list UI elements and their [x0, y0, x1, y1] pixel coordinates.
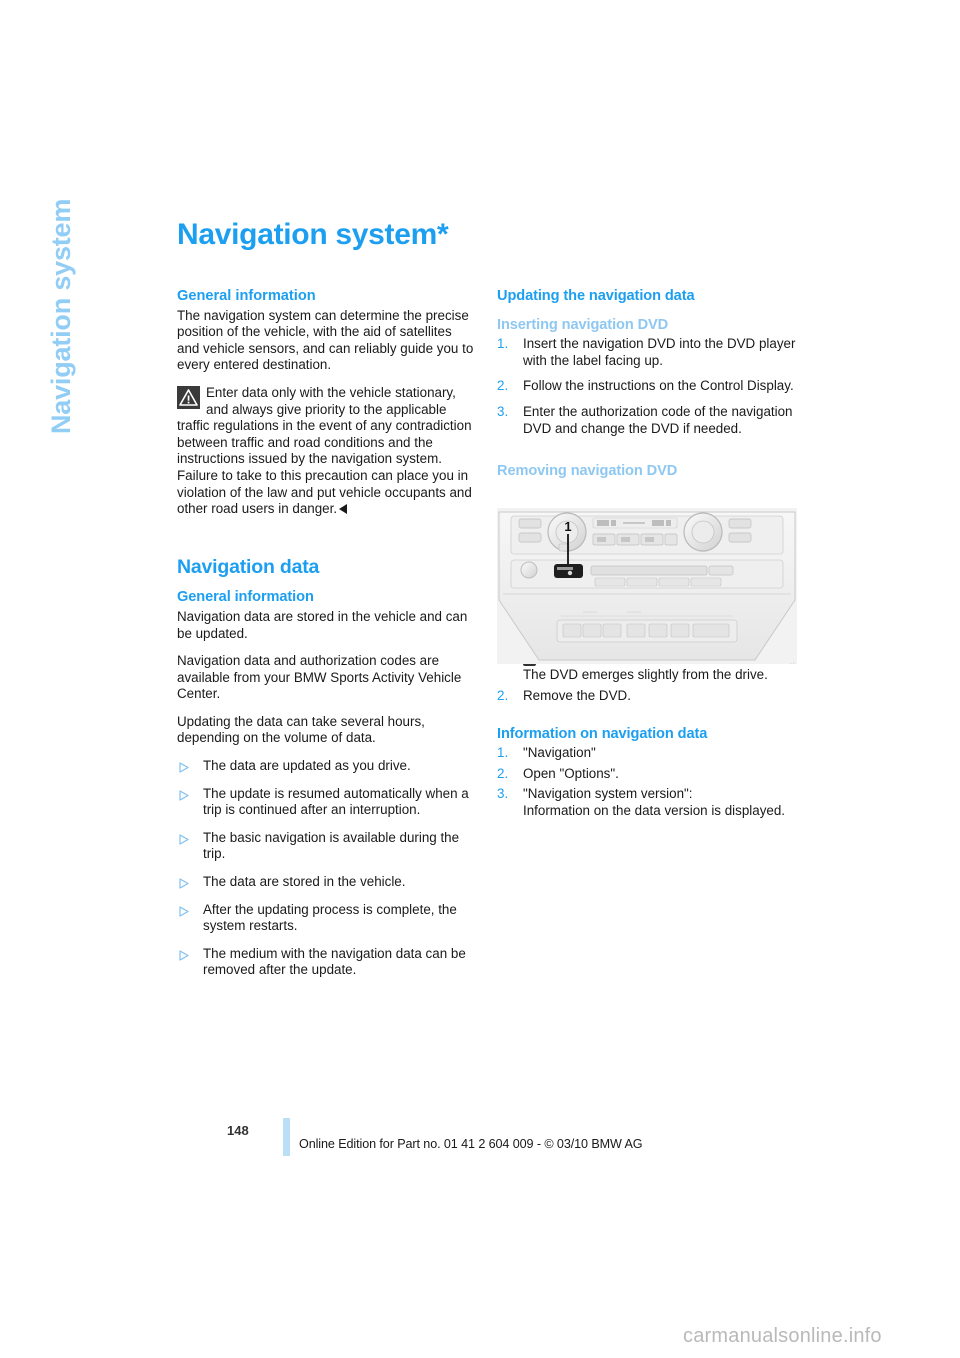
step-number: 1. — [497, 336, 509, 352]
list-item-text: The update is resumed automatically when… — [203, 785, 469, 818]
step-number: 3. — [497, 403, 509, 419]
list-item-text: The data are stored in the vehicle. — [203, 874, 406, 890]
list-item: 3. "Navigation system version": Informat… — [497, 786, 797, 819]
site-watermark: carmanualsonline.info — [683, 1325, 882, 1347]
list-item: 3. Enter the authorization code of the n… — [497, 404, 797, 437]
list-item: The medium with the navigation data can … — [177, 946, 474, 979]
step-number: 3. — [497, 786, 509, 802]
step-number: 1. — [497, 745, 509, 761]
step-text: Follow the instructions on the Control D… — [523, 378, 794, 394]
list-item: The basic navigation is available during… — [177, 830, 474, 863]
heading-information-on-navigation-data: Information on navigation data — [497, 725, 708, 742]
step-number: 2. — [497, 765, 509, 781]
warning-end-marker — [339, 504, 348, 515]
heading-updating-navigation-data: Updating the navigation data — [497, 288, 695, 304]
list-item: 2. Remove the DVD. — [497, 688, 797, 705]
step-text: Insert the navigation DVD into the DVD p… — [523, 336, 796, 368]
page-number: 148 — [227, 1123, 249, 1138]
page-title: Navigation system* — [177, 218, 449, 251]
heading-inserting-navigation-dvd: Inserting navigation DVD — [497, 316, 669, 333]
inserting-dvd-steps: 1. Insert the navigation DVD into the DV… — [497, 336, 797, 437]
paragraph-nav-system-intro: The navigation system can determine the … — [177, 307, 474, 373]
list-item: 2. Follow the instructions on the Contro… — [497, 378, 797, 395]
nav-data-bullet-list: The data are updated as you drive. The u… — [177, 758, 474, 979]
list-item: The update is resumed automatically when… — [177, 786, 474, 819]
list-item: The data are updated as you drive. — [177, 758, 474, 775]
footer-edition-text: Online Edition for Part no. 01 41 2 604 … — [299, 1137, 643, 1151]
heading-removing-navigation-dvd: Removing navigation DVD — [497, 463, 678, 480]
left-column: General information The navigation syste… — [177, 288, 474, 990]
paragraph-nav-data-3: Updating the data can take several hours… — [177, 713, 425, 746]
figure-code: WAN3BHDC — [790, 662, 796, 664]
callout-label-1: 1 — [564, 519, 571, 534]
list-item-text: The basic navigation is available during… — [203, 829, 460, 862]
step-text: Open "Options". — [523, 765, 619, 781]
paragraph-nav-data-2: Navigation data and authorization codes … — [177, 653, 462, 702]
step-subtext: The DVD emerges slightly from the drive. — [523, 667, 768, 683]
manual-page: Navigation system Navigation system* Gen… — [0, 0, 960, 1358]
paragraph-nav-data-1: Navigation data are stored in the vehicl… — [177, 608, 468, 641]
list-item-text: The data are updated as you drive. — [203, 758, 411, 774]
warning-text: Enter data only with the vehicle station… — [177, 384, 472, 517]
list-item-text: The medium with the navigation data can … — [203, 945, 466, 978]
footer-accent-bar — [283, 1118, 290, 1156]
chapter-tab-label: Navigation system — [46, 198, 76, 434]
heading-general-information-1: General information — [177, 288, 316, 304]
list-item: 2. Open "Options". — [497, 766, 797, 783]
list-item: After the updating process is complete, … — [177, 902, 474, 935]
step-number: 2. — [497, 687, 509, 703]
list-item: 1. Insert the navigation DVD into the DV… — [497, 336, 797, 369]
heading-navigation-data: Navigation data — [177, 555, 320, 578]
step-text: Enter the authorization code of the navi… — [523, 403, 793, 436]
information-steps: 1. "Navigation" 2. Open "Options". 3. "N… — [497, 745, 797, 819]
step-text: "Navigation system version": — [523, 786, 693, 802]
list-item: The data are stored in the vehicle. — [177, 874, 474, 891]
step-number: 2. — [497, 378, 509, 394]
list-item-text: After the updating process is complete, … — [203, 901, 457, 934]
warning-block: Enter data only with the vehicle station… — [177, 385, 474, 518]
step-text: "Navigation" — [523, 745, 596, 761]
center-console-dvd-drive-illustration: 1 WAN3BHDC — [497, 508, 797, 664]
step-subtext: Information on the data version is displ… — [523, 802, 786, 818]
warning-triangle-icon — [177, 385, 200, 409]
step-text: Remove the DVD. — [523, 687, 631, 703]
list-item: 1. "Navigation" — [497, 745, 797, 762]
heading-general-information-2: General information — [177, 589, 314, 606]
